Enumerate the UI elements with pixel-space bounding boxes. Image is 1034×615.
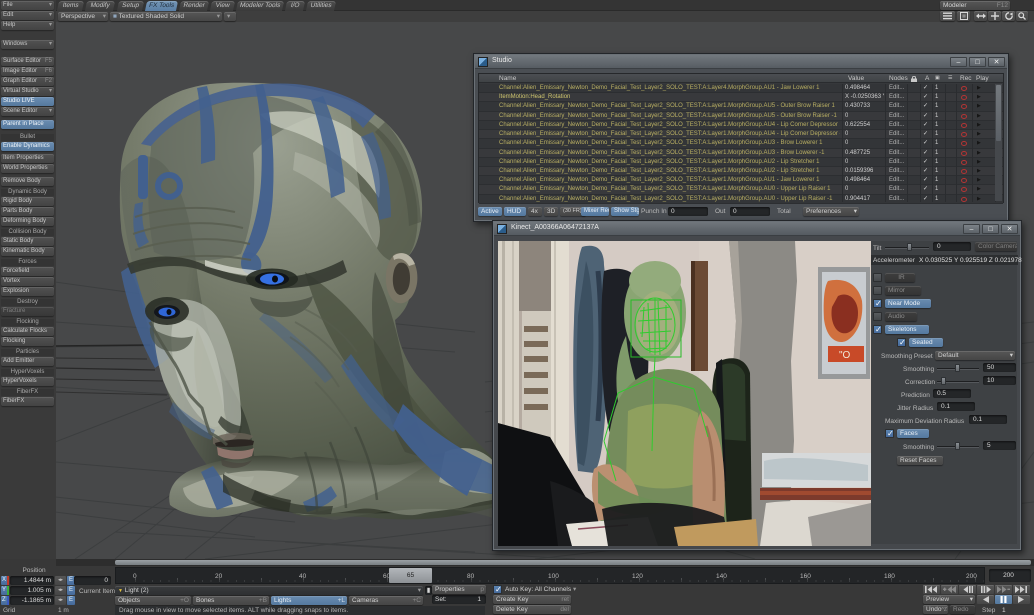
svg-text:"O: "O	[839, 350, 851, 361]
